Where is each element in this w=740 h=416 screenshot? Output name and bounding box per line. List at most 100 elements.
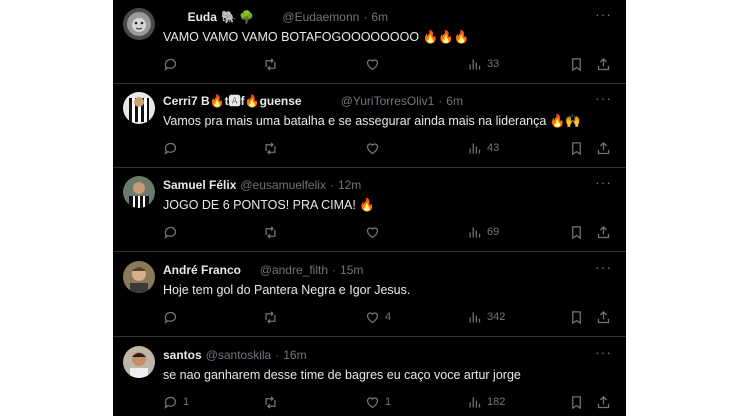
more-options-button[interactable]: ··· — [595, 175, 612, 189]
timestamp[interactable]: 12m — [338, 177, 361, 193]
views-icon — [469, 397, 481, 407]
reply-icon — [164, 311, 177, 324]
share-icon — [597, 141, 610, 154]
retweet-icon — [265, 225, 276, 239]
view-count: 342 — [487, 311, 506, 323]
bookmark-button[interactable] — [569, 55, 584, 73]
views-button[interactable]: 33 — [467, 55, 499, 73]
views-button[interactable]: 43 — [467, 139, 499, 157]
display-name[interactable]: André Franco — [163, 262, 241, 278]
bookmark-icon — [572, 57, 581, 71]
heart-icon — [366, 396, 379, 408]
reply-button[interactable] — [163, 55, 183, 73]
tweet-text: Hoje tem gol do Pantera Negra e Igor Jes… — [163, 283, 411, 297]
views-button[interactable]: 69 — [467, 223, 499, 241]
more-options-button[interactable]: ··· — [595, 91, 612, 105]
like-button[interactable] — [365, 139, 385, 157]
reply-button[interactable] — [163, 308, 183, 326]
handle[interactable]: @YuriTorresOliv1 — [341, 93, 435, 109]
tweet-header: santos @santoskila · 16m — [163, 347, 596, 363]
like-button[interactable] — [365, 223, 385, 241]
like-button[interactable]: 1 — [365, 393, 391, 411]
avatar[interactable] — [123, 346, 155, 378]
handle[interactable]: @santoskila — [206, 347, 272, 363]
handle[interactable]: @eusamuelfelix — [240, 177, 326, 193]
views-button[interactable]: 182 — [467, 393, 505, 411]
bookmark-button[interactable] — [569, 393, 584, 411]
share-button[interactable] — [596, 139, 611, 157]
retweet-button[interactable] — [263, 393, 283, 411]
timestamp[interactable]: 6m — [371, 9, 388, 25]
avatar[interactable] — [123, 8, 155, 40]
retweet-icon — [265, 141, 276, 155]
retweet-button[interactable] — [263, 139, 283, 157]
person-avatar-icon — [123, 176, 155, 208]
display-name[interactable]: Euda — [188, 9, 217, 25]
share-icon — [597, 395, 610, 408]
separator: · — [332, 263, 337, 277]
handle[interactable]: @Eudaemonn — [282, 9, 359, 25]
views-icon — [469, 59, 481, 69]
retweet-button[interactable] — [263, 308, 283, 326]
bookmark-button[interactable] — [569, 308, 584, 326]
tweet[interactable]: Cerri7 B🔥t🅰f🔥guense ★ ≡⚪ @YuriTorresOliv… — [113, 84, 626, 168]
heart-icon — [366, 58, 379, 70]
more-options-button[interactable]: ··· — [595, 7, 612, 21]
view-count: 33 — [487, 58, 500, 70]
reply-button[interactable] — [163, 139, 183, 157]
timestamp[interactable]: 16m — [283, 347, 306, 363]
tweet-text: Vamos pra mais uma batalha e se assegura… — [163, 114, 581, 128]
bookmark-button[interactable] — [569, 139, 584, 157]
timestamp[interactable]: 15m — [340, 262, 363, 278]
views-button[interactable]: 342 — [467, 308, 505, 326]
tweet-text: VAMO VAMO VAMO BOTAFOGOOOOOOOO 🔥🔥🔥 — [163, 30, 470, 44]
heart-icon — [366, 226, 379, 238]
reply-button[interactable]: 1 — [163, 393, 189, 411]
tweet-header: ⚜ ⚕ Euda 🐘 🌳 ᵇᶠʳ★ @Eudaemonn · 6m — [163, 9, 596, 25]
tweet[interactable]: ⚜ ⚕ Euda 🐘 🌳 ᵇᶠʳ★ @Eudaemonn · 6m ··· VA… — [113, 0, 626, 84]
botafogo-avatar-icon — [123, 92, 155, 124]
share-button[interactable] — [596, 393, 611, 411]
display-name[interactable]: santos — [163, 347, 202, 363]
separator: · — [329, 178, 334, 192]
share-button[interactable] — [596, 223, 611, 241]
more-options-button[interactable]: ··· — [595, 260, 612, 274]
display-name[interactable]: Samuel Félix — [163, 177, 236, 193]
reply-button[interactable] — [163, 223, 183, 241]
share-button[interactable] — [596, 55, 611, 73]
bookmark-icon — [572, 225, 581, 239]
timestamp[interactable]: 6m — [446, 93, 463, 109]
share-icon — [597, 225, 610, 238]
bookmark-button[interactable] — [569, 223, 584, 241]
reply-icon — [164, 58, 177, 71]
like-count: 4 — [385, 311, 392, 323]
retweet-button[interactable] — [263, 223, 283, 241]
tweet[interactable]: André Franco ★ @andre_filth · 15m ··· Ho… — [113, 253, 626, 337]
retweet-icon — [265, 310, 276, 324]
retweet-button[interactable] — [263, 55, 283, 73]
like-button[interactable] — [365, 55, 385, 73]
tweet-actions: 33 — [163, 55, 618, 73]
avatar[interactable] — [123, 261, 155, 293]
reply-icon — [164, 396, 177, 409]
share-button[interactable] — [596, 308, 611, 326]
name-decoration: ★ ≡⚪ — [305, 94, 337, 108]
tweet-header: Cerri7 B🔥t🅰f🔥guense ★ ≡⚪ @YuriTorresOliv… — [163, 93, 596, 109]
tweet-header: Samuel Félix @eusamuelfelix · 12m — [163, 177, 596, 193]
tweet[interactable]: santos @santoskila · 16m ··· se nao ganh… — [113, 338, 626, 416]
avatar[interactable] — [123, 92, 155, 124]
like-button[interactable]: 4 — [365, 308, 391, 326]
avatar[interactable] — [123, 176, 155, 208]
more-options-button[interactable]: ··· — [595, 345, 612, 359]
tweet-actions: 1 1 182 — [163, 393, 618, 411]
reply-icon — [164, 142, 177, 155]
tweet-text: se nao ganharem desse time de bagres eu … — [163, 368, 521, 382]
tweet-header: André Franco ★ @andre_filth · 15m — [163, 262, 596, 278]
bookmark-icon — [572, 310, 581, 324]
handle[interactable]: @andre_filth — [260, 262, 328, 278]
share-icon — [597, 310, 610, 323]
separator: · — [363, 10, 368, 24]
tweet[interactable]: Samuel Félix @eusamuelfelix · 12m ··· JO… — [113, 168, 626, 252]
display-name[interactable]: Cerri7 B🔥t🅰f🔥guense — [163, 93, 302, 109]
retweet-icon — [265, 57, 276, 71]
